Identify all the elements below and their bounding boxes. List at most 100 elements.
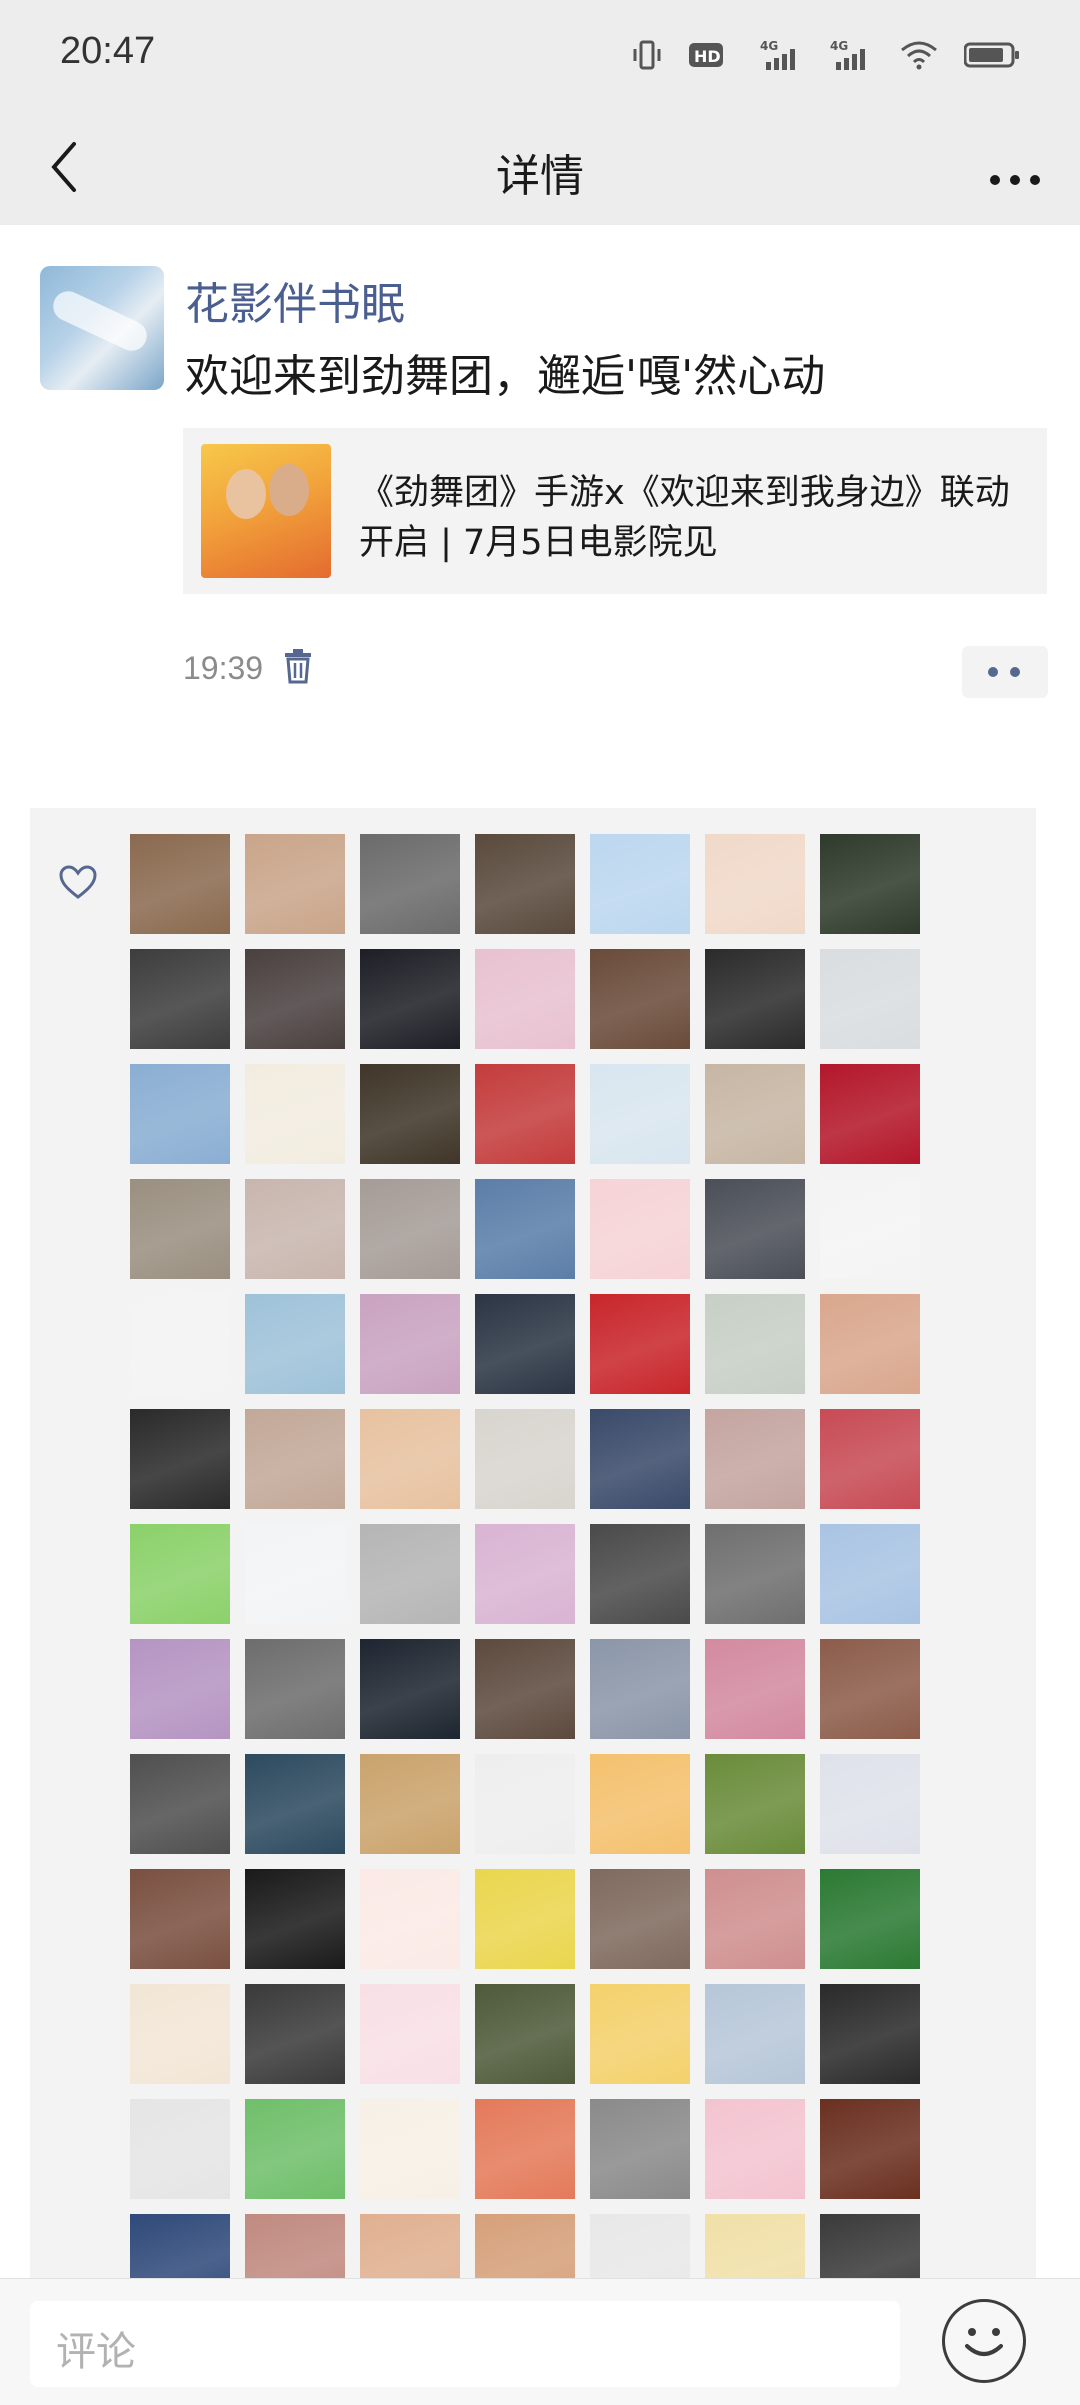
liker-avatar[interactable] <box>705 1179 805 1279</box>
liker-avatar[interactable] <box>130 1524 230 1624</box>
comment-input[interactable]: 评论 <box>30 2301 900 2387</box>
liker-avatar[interactable] <box>705 834 805 934</box>
liker-avatar[interactable] <box>475 834 575 934</box>
liker-avatar[interactable] <box>475 2099 575 2199</box>
liker-avatar[interactable] <box>245 1754 345 1854</box>
liker-avatar[interactable] <box>245 1409 345 1509</box>
liker-avatar[interactable] <box>475 1524 575 1624</box>
liker-avatar[interactable] <box>590 834 690 934</box>
author-name[interactable]: 花影伴书眠 <box>185 268 405 332</box>
liker-avatar[interactable] <box>360 1984 460 2084</box>
liker-avatar[interactable] <box>820 1639 920 1739</box>
liker-avatar[interactable] <box>130 1639 230 1739</box>
liker-avatar[interactable] <box>360 1294 460 1394</box>
liker-avatar[interactable] <box>245 1639 345 1739</box>
liker-avatar[interactable] <box>475 1639 575 1739</box>
liker-avatar[interactable] <box>820 1179 920 1279</box>
liker-avatar[interactable] <box>820 1524 920 1624</box>
liker-avatar[interactable] <box>820 834 920 934</box>
liker-avatar[interactable] <box>475 1064 575 1164</box>
liker-avatar[interactable] <box>245 1524 345 1624</box>
shared-link-card[interactable]: 《劲舞团》手游x《欢迎来到我身边》联动开启 | 7月5日电影院见 <box>183 428 1047 594</box>
liker-avatar[interactable] <box>130 834 230 934</box>
liker-avatar[interactable] <box>705 2099 805 2199</box>
liker-avatar[interactable] <box>820 1869 920 1969</box>
liker-avatar[interactable] <box>705 1064 805 1164</box>
liker-avatar[interactable] <box>590 1639 690 1739</box>
liker-avatar[interactable] <box>475 1984 575 2084</box>
liker-avatar[interactable] <box>245 1984 345 2084</box>
liker-avatar[interactable] <box>590 1409 690 1509</box>
liker-avatar[interactable] <box>705 1294 805 1394</box>
liker-avatar[interactable] <box>360 2214 460 2278</box>
liker-avatar[interactable] <box>130 1984 230 2084</box>
liker-avatar[interactable] <box>130 1409 230 1509</box>
liker-avatar[interactable] <box>820 1984 920 2084</box>
liker-avatar[interactable] <box>820 1409 920 1509</box>
liker-avatar[interactable] <box>475 1179 575 1279</box>
liker-avatar[interactable] <box>475 1294 575 1394</box>
liker-avatar[interactable] <box>130 2214 230 2278</box>
liker-avatar[interactable] <box>820 1294 920 1394</box>
liker-avatar[interactable] <box>475 1409 575 1509</box>
liker-avatar[interactable] <box>360 1064 460 1164</box>
liker-avatar[interactable] <box>360 1754 460 1854</box>
liker-avatar[interactable] <box>820 1754 920 1854</box>
liker-avatar[interactable] <box>590 1179 690 1279</box>
liker-avatar[interactable] <box>130 1179 230 1279</box>
liker-avatar[interactable] <box>360 834 460 934</box>
liker-avatar[interactable] <box>475 1754 575 1854</box>
liker-avatar[interactable] <box>130 949 230 1049</box>
liker-avatar[interactable] <box>705 2214 805 2278</box>
liker-avatar[interactable] <box>360 2099 460 2199</box>
liker-avatar[interactable] <box>590 2214 690 2278</box>
liker-avatar[interactable] <box>705 1639 805 1739</box>
liker-avatar[interactable] <box>820 1064 920 1164</box>
liker-avatar[interactable] <box>245 1179 345 1279</box>
liker-avatar[interactable] <box>590 1754 690 1854</box>
liker-avatar[interactable] <box>590 1294 690 1394</box>
liker-avatar[interactable] <box>245 1869 345 1969</box>
liker-avatar[interactable] <box>705 1524 805 1624</box>
liker-avatar[interactable] <box>130 1869 230 1969</box>
liker-avatar[interactable] <box>820 2214 920 2278</box>
liker-avatar[interactable] <box>245 1294 345 1394</box>
status-icons: HD 4G 4G <box>632 38 1020 78</box>
emoji-button[interactable] <box>942 2299 1026 2383</box>
liker-avatar[interactable] <box>360 949 460 1049</box>
liker-avatar[interactable] <box>590 1524 690 1624</box>
trash-icon[interactable] <box>283 648 313 684</box>
liker-avatar[interactable] <box>130 1064 230 1164</box>
author-avatar[interactable] <box>40 266 164 390</box>
liker-avatar[interactable] <box>360 1179 460 1279</box>
liker-avatar[interactable] <box>130 1754 230 1854</box>
liker-avatar[interactable] <box>475 2214 575 2278</box>
liker-avatar[interactable] <box>705 1754 805 1854</box>
liker-avatar[interactable] <box>705 949 805 1049</box>
more-button[interactable] <box>980 132 1050 202</box>
liker-avatar[interactable] <box>820 2099 920 2199</box>
liker-avatar[interactable] <box>360 1869 460 1969</box>
liker-avatar[interactable] <box>245 834 345 934</box>
liker-avatar[interactable] <box>360 1409 460 1509</box>
liker-avatar[interactable] <box>245 2214 345 2278</box>
liker-avatar[interactable] <box>130 1294 230 1394</box>
liker-avatar[interactable] <box>245 949 345 1049</box>
liker-avatar[interactable] <box>820 949 920 1049</box>
liker-avatar[interactable] <box>245 2099 345 2199</box>
liker-avatar[interactable] <box>705 1869 805 1969</box>
liker-avatar[interactable] <box>590 1869 690 1969</box>
liker-avatar[interactable] <box>590 1984 690 2084</box>
liker-avatar[interactable] <box>590 949 690 1049</box>
liker-avatar[interactable] <box>590 1064 690 1164</box>
liker-avatar[interactable] <box>475 949 575 1049</box>
liker-avatar[interactable] <box>245 1064 345 1164</box>
liker-avatar[interactable] <box>705 1409 805 1509</box>
liker-avatar[interactable] <box>705 1984 805 2084</box>
liker-avatar[interactable] <box>360 1639 460 1739</box>
liker-avatar[interactable] <box>360 1524 460 1624</box>
liker-avatar[interactable] <box>475 1869 575 1969</box>
like-comment-button[interactable] <box>962 646 1048 698</box>
liker-avatar[interactable] <box>590 2099 690 2199</box>
liker-avatar[interactable] <box>130 2099 230 2199</box>
